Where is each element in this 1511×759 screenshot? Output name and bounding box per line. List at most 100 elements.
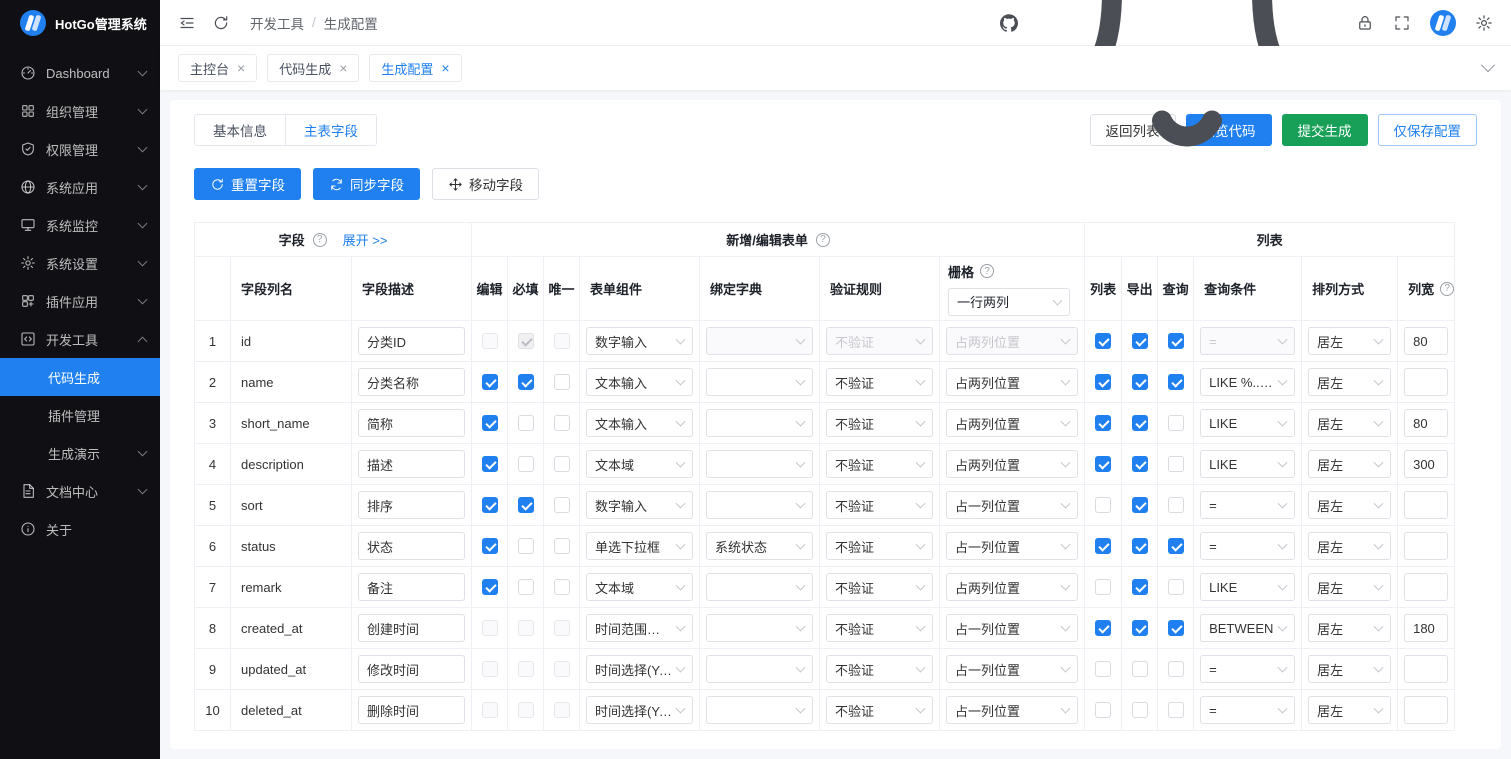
required-checkbox[interactable]: [517, 374, 534, 391]
unique-checkbox[interactable]: [553, 374, 570, 391]
sidebar-item-8[interactable]: 代码生成: [0, 358, 160, 396]
avatar[interactable]: [1430, 9, 1456, 36]
tabbar-tab-0[interactable]: 主控台 ×: [178, 54, 258, 82]
list-checkbox[interactable]: [1095, 620, 1112, 637]
query-cond-select[interactable]: LIKE: [1200, 409, 1296, 437]
align-select[interactable]: 居左: [1308, 573, 1392, 601]
grid-select[interactable]: 占一列位置: [946, 614, 1079, 642]
query-cond-select[interactable]: LIKE %...%: [1200, 368, 1296, 396]
query-cond-select[interactable]: LIKE: [1200, 450, 1296, 478]
edit-checkbox[interactable]: [481, 456, 498, 473]
required-checkbox[interactable]: [517, 456, 534, 473]
rule-select[interactable]: 不验证: [826, 655, 934, 683]
tab-basic-info[interactable]: 基本信息: [194, 114, 286, 146]
list-checkbox[interactable]: [1095, 333, 1112, 350]
github-icon[interactable]: [1000, 13, 1018, 32]
export-checkbox[interactable]: [1131, 333, 1148, 350]
col-width-input[interactable]: [1404, 696, 1449, 724]
export-checkbox[interactable]: [1131, 620, 1148, 637]
rule-select[interactable]: 不验证: [826, 450, 934, 478]
sidebar-item-12[interactable]: 关于: [0, 510, 160, 548]
list-checkbox[interactable]: [1095, 497, 1112, 514]
sidebar-item-10[interactable]: 生成演示: [0, 434, 160, 472]
help-icon[interactable]: [980, 264, 995, 278]
rule-select[interactable]: 不验证: [826, 573, 934, 601]
save-config-only-button[interactable]: 仅保存配置: [1377, 114, 1477, 146]
col-width-input[interactable]: [1404, 655, 1449, 683]
required-checkbox[interactable]: [517, 538, 534, 555]
grid-select[interactable]: 占两列位置: [946, 450, 1079, 478]
align-select[interactable]: 居左: [1308, 327, 1392, 355]
field-desc-input[interactable]: [358, 696, 466, 724]
col-width-input[interactable]: [1404, 327, 1449, 355]
list-checkbox[interactable]: [1095, 538, 1112, 555]
unique-checkbox[interactable]: [553, 456, 570, 473]
grid-select[interactable]: 占一列位置: [946, 655, 1079, 683]
sidebar-item-0[interactable]: Dashboard: [0, 54, 160, 92]
component-select[interactable]: 时间选择(Y-...: [586, 696, 694, 724]
breadcrumb-item-current[interactable]: 生成配置: [324, 13, 378, 33]
edit-checkbox[interactable]: [481, 579, 498, 596]
col-width-input[interactable]: [1404, 450, 1449, 478]
field-desc-input[interactable]: [358, 614, 466, 642]
export-checkbox[interactable]: [1131, 661, 1148, 678]
dict-select[interactable]: [706, 450, 814, 478]
chevron-down-icon[interactable]: [1480, 58, 1496, 73]
dict-select[interactable]: [706, 491, 814, 519]
unique-checkbox[interactable]: [553, 497, 570, 514]
export-checkbox[interactable]: [1131, 579, 1148, 596]
unique-checkbox[interactable]: [553, 415, 570, 432]
export-checkbox[interactable]: [1131, 538, 1148, 555]
align-select[interactable]: 居左: [1308, 409, 1392, 437]
sidebar-item-2[interactable]: 权限管理: [0, 130, 160, 168]
sidebar-item-6[interactable]: 插件应用: [0, 282, 160, 320]
col-width-input[interactable]: [1404, 532, 1449, 560]
sidebar-collapse-icon[interactable]: [178, 14, 196, 32]
list-checkbox[interactable]: [1095, 661, 1112, 678]
help-icon[interactable]: [312, 232, 327, 247]
sidebar-item-4[interactable]: 系统监控: [0, 206, 160, 244]
rule-select[interactable]: 不验证: [826, 368, 934, 396]
dict-select[interactable]: [706, 409, 814, 437]
align-select[interactable]: 居左: [1308, 655, 1392, 683]
field-desc-input[interactable]: [358, 327, 466, 355]
grid-select[interactable]: 占一列位置: [946, 491, 1079, 519]
field-desc-input[interactable]: [358, 491, 466, 519]
query-checkbox[interactable]: [1167, 415, 1184, 432]
rule-select[interactable]: 不验证: [826, 491, 934, 519]
query-cond-select[interactable]: LIKE: [1200, 573, 1296, 601]
component-select[interactable]: 单选下拉框: [586, 532, 694, 560]
rule-select[interactable]: 不验证: [826, 696, 934, 724]
dict-select[interactable]: [706, 614, 814, 642]
query-checkbox[interactable]: [1167, 374, 1184, 391]
query-checkbox[interactable]: [1167, 620, 1184, 637]
refresh-icon[interactable]: [212, 14, 230, 32]
query-checkbox[interactable]: [1167, 579, 1184, 596]
list-checkbox[interactable]: [1095, 374, 1112, 391]
col-width-input[interactable]: [1404, 368, 1449, 396]
move-fields-button[interactable]: 移动字段: [432, 168, 539, 200]
col-width-input[interactable]: [1404, 409, 1449, 437]
close-icon[interactable]: ×: [339, 61, 347, 75]
component-select[interactable]: 文本域: [586, 573, 694, 601]
help-icon[interactable]: [1440, 281, 1454, 296]
required-checkbox[interactable]: [517, 497, 534, 514]
field-desc-input[interactable]: [358, 450, 466, 478]
col-width-input[interactable]: [1404, 573, 1449, 601]
help-icon[interactable]: [815, 232, 830, 247]
component-select[interactable]: 文本输入: [586, 368, 694, 396]
component-select[interactable]: 时间选择(Y-...: [586, 655, 694, 683]
col-width-input[interactable]: [1404, 491, 1449, 519]
tabbar-tab-2[interactable]: 生成配置 ×: [369, 54, 462, 82]
align-select[interactable]: 居左: [1308, 614, 1392, 642]
grid-select[interactable]: 占两列位置: [946, 573, 1079, 601]
col-width-input[interactable]: [1404, 614, 1449, 642]
tab-main-table-fields[interactable]: 主表字段: [285, 114, 377, 146]
align-select[interactable]: 居左: [1308, 532, 1392, 560]
query-cond-select[interactable]: =: [1200, 532, 1296, 560]
query-cond-select[interactable]: BETWEEN: [1200, 614, 1296, 642]
expand-link[interactable]: 展开 >>: [343, 230, 388, 249]
rule-select[interactable]: 不验证: [826, 614, 934, 642]
close-icon[interactable]: ×: [237, 61, 245, 75]
component-select[interactable]: 时间范围选择: [586, 614, 694, 642]
